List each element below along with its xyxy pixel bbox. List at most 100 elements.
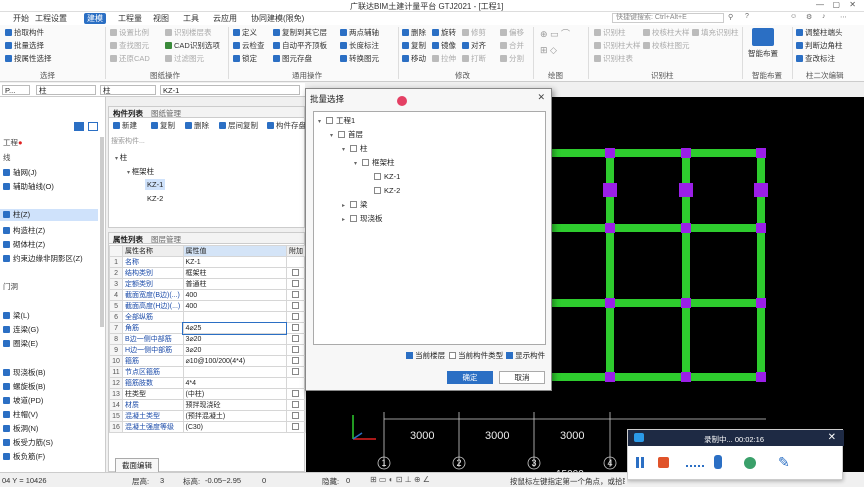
copy-to-other-floor-button[interactable]: 复制到其它层: [273, 28, 327, 38]
property-row[interactable]: 8 B边一侧中部筋 3⌀20: [108, 333, 307, 345]
property-row[interactable]: 9 H边一侧中部筋 3⌀20: [108, 344, 307, 356]
nav-item-column-cap[interactable]: 柱帽(V): [3, 409, 38, 420]
project-selector[interactable]: P...: [2, 85, 30, 95]
cancel-button[interactable]: 取消: [499, 371, 545, 384]
nav-section-door[interactable]: 门洞: [3, 281, 18, 292]
tree-node-kz2[interactable]: KZ-2: [147, 194, 163, 203]
set-scale-button[interactable]: 设置比例: [110, 28, 149, 38]
column-kz[interactable]: [679, 183, 693, 197]
property-row[interactable]: 13 柱类型 (中柱): [108, 388, 307, 400]
close-icon[interactable]: ✕: [828, 432, 836, 443]
nav-section-project[interactable]: 工程●: [3, 137, 23, 148]
copy-button[interactable]: 复制: [402, 41, 426, 51]
column-kz[interactable]: [681, 223, 691, 233]
property-value[interactable]: 框架柱: [182, 267, 287, 279]
nav-section-line[interactable]: 线: [3, 152, 11, 163]
recognize-column-button[interactable]: 识别柱: [594, 28, 626, 38]
save-element-button[interactable]: 图元存盘: [273, 54, 312, 64]
property-value[interactable]: (中柱): [182, 388, 287, 400]
checkbox-icon[interactable]: [292, 412, 300, 419]
nav-item-slab-neg-rebar[interactable]: 板负筋(F): [3, 451, 45, 462]
checkbox-icon[interactable]: [350, 145, 357, 152]
split-button[interactable]: 分割: [500, 54, 524, 64]
dialog-tree-node[interactable]: ▾ 框架柱: [354, 158, 395, 169]
offset-button[interactable]: 偏移: [500, 28, 524, 38]
expand-arrow-icon[interactable]: ▾: [342, 146, 350, 155]
rotate-button[interactable]: 旋转: [432, 28, 456, 38]
property-row[interactable]: 14 材质 预拌现浇砼: [108, 399, 307, 411]
column-kz[interactable]: [681, 372, 691, 382]
section-edit-button[interactable]: 截面编辑: [115, 458, 159, 473]
expand-arrow-icon[interactable]: ▸: [342, 202, 350, 211]
component-selector[interactable]: KZ-1: [160, 85, 300, 95]
checkbox-icon[interactable]: [292, 269, 300, 276]
beam[interactable]: [546, 149, 766, 157]
column-kz[interactable]: [756, 298, 766, 308]
nav-item-masonry-column[interactable]: 砌体柱(Z): [3, 239, 45, 250]
define-button[interactable]: 定义: [233, 28, 257, 38]
expand-arrow-icon[interactable]: ▸: [342, 216, 350, 225]
nav-item-beam[interactable]: 梁(L): [3, 310, 30, 321]
nav-item-aux-axis[interactable]: 辅助轴线(O): [3, 181, 54, 192]
column-kz[interactable]: [756, 223, 766, 233]
tab-view[interactable]: 视图: [150, 13, 172, 24]
lock-button[interactable]: 锁定: [233, 54, 257, 64]
maximize-icon[interactable]: ▢: [832, 0, 840, 9]
more-icon[interactable]: ⋯: [840, 13, 847, 21]
shortcut-search-input[interactable]: 快捷键搜索: Ctrl+Alt+E: [612, 13, 724, 23]
tab-collab[interactable]: 协同建模(限免): [248, 13, 307, 24]
trim-button[interactable]: 修剪: [462, 28, 486, 38]
tree-view-icon[interactable]: [88, 122, 98, 131]
webcam-icon[interactable]: [744, 457, 756, 469]
checkbox-icon[interactable]: [338, 131, 345, 138]
stretch-button[interactable]: 拉伸: [432, 54, 456, 64]
property-row[interactable]: 11 节点区箍筋: [108, 366, 307, 378]
tree-node-kz1[interactable]: KZ-1: [145, 179, 166, 190]
expand-arrow-icon[interactable]: ▾: [318, 118, 326, 127]
checkbox-icon[interactable]: [350, 201, 357, 208]
beam[interactable]: [546, 224, 766, 232]
microphone-icon[interactable]: [714, 455, 722, 469]
checkbox-icon[interactable]: [406, 352, 413, 359]
check-column-detail-button[interactable]: 校核柱大样: [643, 28, 690, 38]
category-selector[interactable]: 柱: [100, 85, 156, 95]
checkbox-icon[interactable]: [292, 346, 300, 353]
dialog-tree-node[interactable]: ▸ 现浇板: [342, 214, 383, 225]
expand-arrow-icon[interactable]: ▾: [330, 132, 338, 141]
checkbox-icon[interactable]: [292, 390, 300, 397]
column-kz[interactable]: [756, 148, 766, 158]
check-annotation-button[interactable]: 查改标注: [796, 54, 835, 64]
property-row[interactable]: 5 截面高度(H边)(...) 400: [108, 300, 307, 312]
nav-item-spiral-slab[interactable]: 螺旋板(B): [3, 381, 46, 392]
property-value[interactable]: 4*4: [182, 377, 287, 389]
two-point-axis-button[interactable]: 两点辅轴: [340, 28, 379, 38]
property-value[interactable]: (C30): [182, 421, 287, 433]
tab-modeling[interactable]: 建模: [84, 13, 106, 24]
break-button[interactable]: 打断: [462, 54, 486, 64]
checkbox-icon[interactable]: [449, 352, 456, 359]
checkbox-icon[interactable]: [292, 324, 300, 331]
nav-item-grid[interactable]: 轴网(J): [3, 167, 37, 178]
search-icon[interactable]: ⚲: [728, 13, 733, 21]
tab-property-list[interactable]: 属性列表: [113, 234, 143, 245]
column-kz[interactable]: [756, 372, 766, 382]
snap-tools-icon[interactable]: ⊞ ▭ ◐ ⊡ ⊥ ⊕ ∠: [370, 475, 430, 484]
length-dimension-button[interactable]: 长度标注: [340, 41, 379, 51]
pen-icon[interactable]: ✎: [778, 454, 790, 471]
recognize-column-detail-button[interactable]: 识别柱大样: [594, 41, 641, 51]
property-value[interactable]: KZ-1: [182, 256, 287, 268]
convert-element-button[interactable]: 转换图元: [340, 54, 379, 64]
tab-layer-management[interactable]: 图层管理: [151, 234, 181, 245]
checkbox-icon[interactable]: [292, 401, 300, 408]
checkbox-icon[interactable]: [292, 280, 300, 287]
checkbox-icon[interactable]: [292, 302, 300, 309]
property-value[interactable]: 3⌀20: [182, 333, 287, 345]
filter-element-button[interactable]: 过滤图元: [165, 54, 204, 64]
property-row[interactable]: 4 截面宽度(B边)(...) 400: [108, 289, 307, 301]
recognize-floor-table-button[interactable]: 识别楼层表: [165, 28, 212, 38]
property-value[interactable]: 4⌀25: [181, 321, 288, 335]
nav-item-constraint-zone[interactable]: 约束边缘非阴影区(Z): [3, 253, 83, 264]
column-kz[interactable]: [603, 183, 617, 197]
column-kz[interactable]: [681, 298, 691, 308]
checkbox-icon[interactable]: [292, 357, 300, 364]
